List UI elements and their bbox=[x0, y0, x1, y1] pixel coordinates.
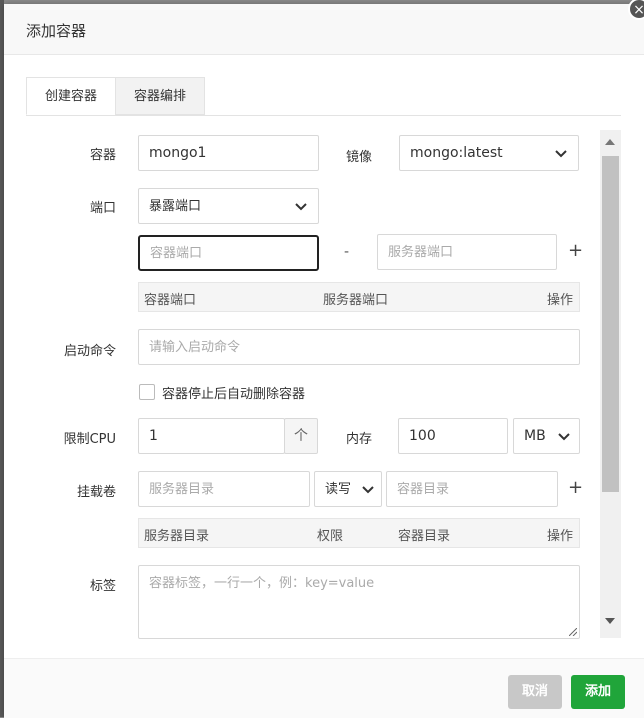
scroll-up-arrow-icon[interactable] bbox=[605, 139, 615, 145]
volume-table-header: 服务器目录 权限 容器目录 操作 bbox=[138, 518, 580, 548]
memory-unit-value: MB bbox=[524, 428, 546, 444]
dialog-title: 添加容器 bbox=[26, 22, 87, 40]
tab-container-orchestration[interactable]: 容器编排 bbox=[115, 77, 205, 115]
image-select[interactable]: mongo:latest bbox=[399, 135, 579, 171]
image-select-value: mongo:latest bbox=[410, 145, 503, 161]
container-dir-placeholder: 容器目录 bbox=[397, 482, 450, 497]
dialog-header: 添加容器 bbox=[4, 4, 644, 55]
container-port-input[interactable]: 容器端口 bbox=[138, 235, 319, 271]
volume-table-col-action: 操作 bbox=[547, 529, 574, 544]
port-table-col-action: 操作 bbox=[547, 293, 574, 308]
cpu-input[interactable]: 1 bbox=[138, 418, 285, 454]
server-port-placeholder: 服务器端口 bbox=[388, 245, 454, 260]
server-port-input[interactable]: 服务器端口 bbox=[377, 234, 557, 270]
port-mode-value: 暴露端口 bbox=[149, 199, 202, 214]
port-mode-select[interactable]: 暴露端口 bbox=[138, 188, 319, 224]
container-dir-input[interactable]: 容器目录 bbox=[386, 471, 558, 507]
resize-handle-icon[interactable] bbox=[569, 628, 577, 636]
chevron-down-icon bbox=[295, 203, 307, 211]
scrollbar-thumb[interactable] bbox=[602, 156, 619, 492]
tag-placeholder: 容器标签，一行一个，例：key=value bbox=[149, 576, 375, 591]
container-name-label: 容器 bbox=[89, 148, 116, 163]
permission-value: 读写 bbox=[325, 482, 352, 497]
server-dir-input[interactable]: 服务器目录 bbox=[138, 471, 310, 507]
dialog-footer: 取消 添加 bbox=[4, 658, 644, 718]
tag-textarea[interactable]: 容器标签，一行一个，例：key=value bbox=[138, 565, 580, 639]
auto-remove-label: 容器停止后自动删除容器 bbox=[162, 387, 306, 402]
memory-input[interactable]: 100 bbox=[398, 418, 508, 454]
auto-remove-checkbox[interactable] bbox=[139, 384, 155, 400]
tag-label: 标签 bbox=[89, 579, 116, 594]
add-port-button[interactable]: + bbox=[568, 240, 583, 261]
volume-label: 挂载卷 bbox=[76, 485, 116, 500]
port-table-col-server: 服务器端口 bbox=[323, 293, 389, 308]
chevron-down-icon bbox=[362, 486, 374, 494]
port-table-col-container: 容器端口 bbox=[144, 293, 197, 308]
add-container-dialog: 添加容器 创建容器 容器编排 容器 mongo1 镜像 mongo:latest… bbox=[4, 0, 644, 718]
port-table-header: 容器端口 服务器端口 操作 bbox=[138, 282, 580, 312]
chevron-down-icon bbox=[558, 433, 570, 441]
server-dir-placeholder: 服务器目录 bbox=[149, 482, 215, 497]
add-button[interactable]: 添加 bbox=[571, 675, 625, 709]
memory-unit-select[interactable]: MB bbox=[513, 418, 580, 454]
tab-bar: 创建容器 容器编排 bbox=[26, 77, 621, 116]
command-placeholder: 请输入启动命令 bbox=[149, 340, 241, 355]
permission-select[interactable]: 读写 bbox=[314, 471, 382, 507]
cancel-button[interactable]: 取消 bbox=[508, 675, 562, 709]
volume-table-col-container-dir: 容器目录 bbox=[398, 529, 451, 544]
add-volume-button[interactable]: + bbox=[568, 477, 583, 498]
port-separator: - bbox=[344, 244, 350, 260]
command-label: 启动命令 bbox=[63, 344, 116, 359]
volume-table-col-permission: 权限 bbox=[317, 529, 344, 544]
form-scrollbar[interactable] bbox=[600, 130, 621, 638]
port-label: 端口 bbox=[89, 201, 116, 216]
chevron-down-icon bbox=[555, 150, 567, 158]
container-port-placeholder: 容器端口 bbox=[150, 246, 203, 261]
cpu-label: 限制CPU bbox=[63, 432, 116, 447]
volume-table-col-server-dir: 服务器目录 bbox=[144, 529, 210, 544]
memory-label: 内存 bbox=[345, 432, 372, 447]
tab-create-container[interactable]: 创建容器 bbox=[26, 77, 116, 115]
scroll-down-arrow-icon[interactable] bbox=[605, 618, 615, 624]
image-label: 镜像 bbox=[345, 150, 372, 165]
command-input[interactable]: 请输入启动命令 bbox=[138, 329, 580, 365]
